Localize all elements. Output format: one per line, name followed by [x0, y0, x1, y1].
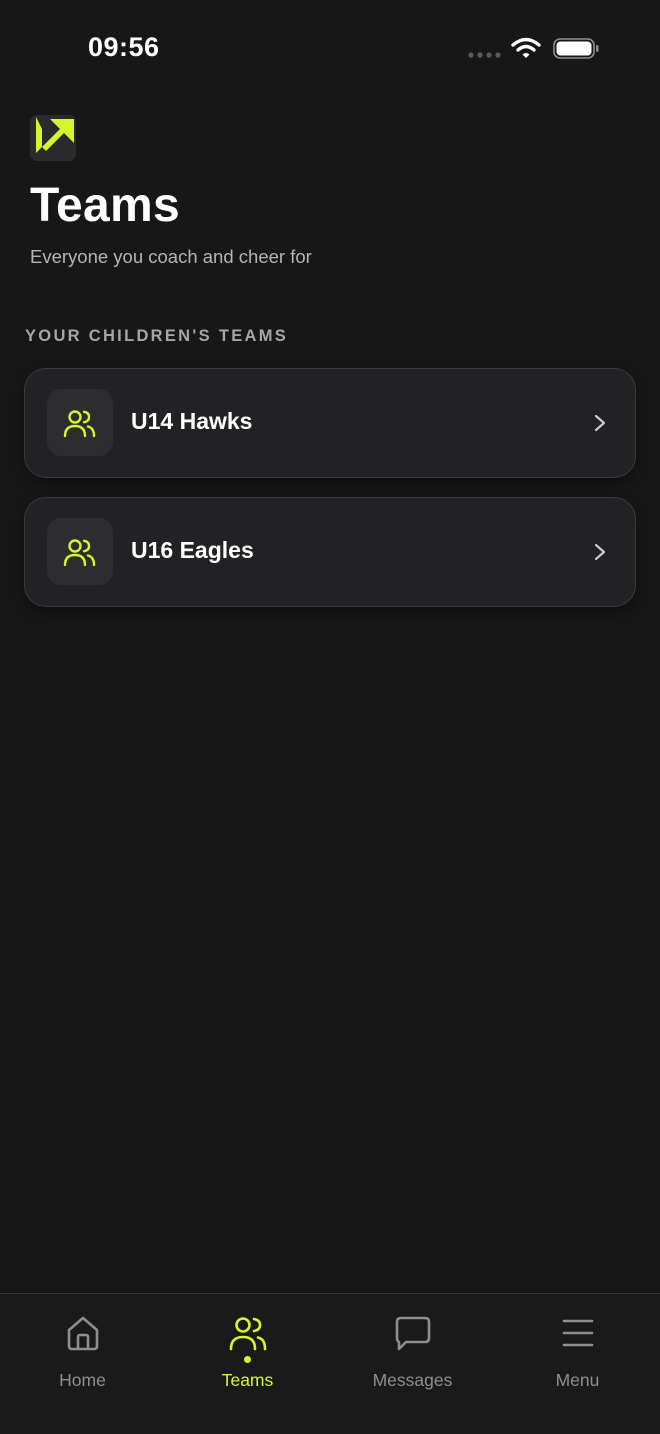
battery-icon	[553, 38, 599, 59]
team-name: U16 Eagles	[131, 537, 254, 563]
status-bar: 09:56	[0, 0, 660, 96]
team-icon-box	[47, 389, 113, 456]
users-icon	[63, 409, 96, 437]
arrow-up-right-logo-icon	[30, 115, 76, 161]
active-indicator-dot	[244, 1356, 251, 1363]
section-label: YOUR CHILDREN'S TEAMS	[25, 327, 289, 345]
users-icon	[63, 538, 96, 566]
nav-label-teams: Teams	[221, 1370, 274, 1390]
nav-item-messages[interactable]: Messages	[330, 1294, 495, 1434]
nav-item-home[interactable]: Home	[0, 1294, 165, 1434]
nav-item-teams[interactable]: Teams	[165, 1294, 330, 1434]
nav-label-home: Home	[59, 1370, 106, 1390]
menu-icon	[562, 1319, 594, 1347]
users-icon	[229, 1317, 267, 1351]
page-subtitle: Everyone you coach and cheer for	[30, 246, 312, 267]
home-icon	[67, 1316, 99, 1351]
team-card-u16-eagles[interactable]: U16 Eagles	[24, 497, 636, 607]
message-icon	[395, 1316, 431, 1351]
cellular-signal-icon	[468, 52, 501, 58]
chevron-right-icon	[594, 543, 606, 561]
chevron-right-icon	[594, 414, 606, 432]
team-icon-box	[47, 518, 113, 585]
nav-label-messages: Messages	[372, 1370, 453, 1390]
bottom-nav: Home Teams Messages Menu	[0, 1293, 660, 1434]
wifi-icon	[511, 37, 541, 58]
team-card-u14-hawks[interactable]: U14 Hawks	[24, 368, 636, 478]
page-title: Teams	[30, 179, 181, 232]
teams-screen: 09:56 Teams Everyone you coach and cheer…	[0, 0, 660, 1434]
status-time: 09:56	[88, 32, 160, 62]
nav-item-menu[interactable]: Menu	[495, 1294, 660, 1434]
team-name: U14 Hawks	[131, 408, 253, 434]
nav-label-menu: Menu	[555, 1370, 600, 1390]
